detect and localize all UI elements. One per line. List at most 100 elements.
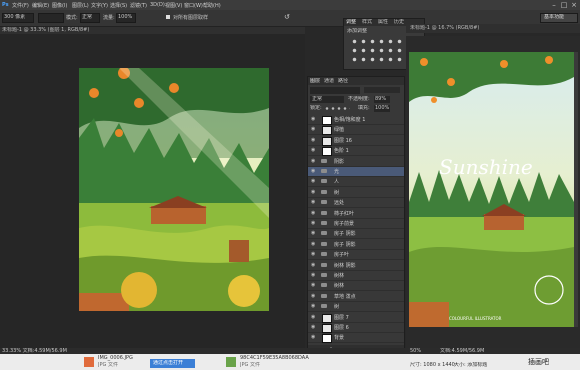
lock-label: 锁定: <box>310 105 322 111</box>
scrollbar[interactable] <box>574 52 578 327</box>
tab-layers[interactable]: 图层 <box>310 78 320 85</box>
eye-icon[interactable]: ◉ <box>311 241 316 246</box>
checkbox-icon[interactable] <box>166 15 170 19</box>
layer-row[interactable]: ◉ 草地 泼点 <box>308 292 404 302</box>
opacity-field[interactable]: 89% <box>374 96 390 103</box>
fill-field[interactable]: 100% <box>374 105 390 112</box>
file-name-2[interactable]: 98C4C1F59E35A8B068DAA <box>240 355 310 362</box>
layer-row[interactable]: ◉ 柿子红叶 <box>308 209 404 219</box>
layer-name: 图层 16 <box>334 137 352 144</box>
menu-layer[interactable]: 图层(L) <box>72 2 89 9</box>
layer-row[interactable]: ◉ 背景 <box>308 333 404 344</box>
brush-size-field[interactable]: 300 像素 <box>2 13 34 23</box>
eye-icon[interactable]: ◉ <box>311 252 316 257</box>
layer-name: 阴影 <box>334 158 345 165</box>
right-document-tab[interactable]: 未标题-1 @ 16.7% (RGB/8#) <box>410 25 570 32</box>
blend-mode-select[interactable]: 正常 <box>310 96 344 103</box>
tab-paths[interactable]: 路径 <box>338 78 348 85</box>
fill-label: 填充: <box>358 105 370 111</box>
layer-thumbnail <box>322 334 332 344</box>
eye-icon[interactable]: ◉ <box>311 127 316 132</box>
layer-row[interactable]: ◉ 远处 <box>308 198 404 209</box>
layer-thumbnail <box>322 313 332 323</box>
filter-icon[interactable] <box>364 87 400 93</box>
layer-row[interactable]: ◉ 房子叶 <box>308 250 404 261</box>
eye-icon[interactable]: ◉ <box>311 189 316 194</box>
layer-name: 背景 <box>334 335 345 342</box>
flow-select[interactable]: 100% <box>116 13 136 23</box>
workspace-button[interactable]: 基本功能 <box>540 13 578 23</box>
menu-type[interactable]: 文字(Y) <box>91 2 108 9</box>
tab-channels[interactable]: 通道 <box>324 78 334 85</box>
eye-icon[interactable]: ◉ <box>311 179 316 184</box>
layer-thumbnail <box>322 136 332 146</box>
eye-icon[interactable]: ◉ <box>311 304 316 309</box>
menu-select[interactable]: 选择(S) <box>110 2 127 9</box>
tab-history[interactable]: 历史 <box>394 19 404 26</box>
layer-row[interactable]: ◉ 图层 16 <box>308 136 404 146</box>
menu-edit[interactable]: 编辑(E) <box>32 2 49 9</box>
eye-icon[interactable]: ◉ <box>311 314 316 319</box>
layer-row[interactable]: ◉ 图层 6 <box>308 323 404 333</box>
brush-preset-field[interactable] <box>38 13 64 23</box>
menu-image[interactable]: 图像(I) <box>52 2 67 9</box>
layer-row[interactable]: ◉ 阴影 <box>308 157 404 167</box>
tab-adjustments[interactable]: 调整 <box>346 19 356 26</box>
layer-row[interactable]: ◉ 色相/饱和度 1 <box>308 115 404 125</box>
reset-icon[interactable]: ↺ <box>284 13 290 21</box>
layer-row[interactable]: ◉ 人 <box>308 177 404 188</box>
layer-row[interactable]: ◉ 树林 阴影 <box>308 261 404 271</box>
layer-name: 房子叶 <box>334 252 350 259</box>
eye-icon[interactable]: ◉ <box>311 262 316 267</box>
tab-properties[interactable]: 属性 <box>378 19 388 26</box>
artwork-preview[interactable]: Sunshine COLOURFUL ILLUSTRATOR <box>409 52 574 327</box>
menu-help[interactable]: 帮助(H) <box>203 2 221 9</box>
eye-icon[interactable]: ◉ <box>311 137 316 142</box>
layer-row[interactable]: ◉ 树林 <box>308 281 404 292</box>
eye-icon[interactable]: ◉ <box>311 117 316 122</box>
artwork-canvas[interactable] <box>79 68 269 311</box>
mode-select[interactable]: 正常 <box>80 13 100 23</box>
layer-row[interactable]: ◉ 绿植 <box>308 125 404 136</box>
layer-row[interactable]: ◉ 色阶 1 <box>308 146 404 157</box>
file-thumb-1[interactable] <box>84 357 94 367</box>
eye-icon[interactable]: ◉ <box>311 273 316 278</box>
layer-row[interactable]: ◉ 树林 <box>308 271 404 281</box>
layer-row[interactable]: ◉ 光 <box>308 167 404 177</box>
folder-icon <box>321 293 327 298</box>
tab-styles[interactable]: 样式 <box>362 19 372 26</box>
layer-row[interactable]: ◉ 房子前景 <box>308 219 404 229</box>
eye-icon[interactable]: ◉ <box>311 158 316 163</box>
flow-value: 100% <box>118 14 133 20</box>
layer-row[interactable]: ◉ 树 <box>308 188 404 198</box>
layer-row[interactable]: ◉ 图层 7 <box>308 313 404 323</box>
eye-icon[interactable]: ◉ <box>311 283 316 288</box>
menu-window[interactable]: 窗口(W) <box>184 2 203 9</box>
close-icon[interactable]: × <box>570 1 578 9</box>
menu-filter[interactable]: 滤镜(T) <box>130 2 147 9</box>
maximize-icon[interactable]: □ <box>560 1 568 9</box>
eye-icon[interactable]: ◉ <box>311 200 316 205</box>
document-tab[interactable]: 未标题-1 @ 33.3% (图层 1, RGB/8#) <box>2 27 122 34</box>
eye-icon[interactable]: ◉ <box>311 221 316 226</box>
eye-icon[interactable]: ◉ <box>311 293 316 298</box>
minimize-icon[interactable]: – <box>550 1 558 9</box>
lock-icons[interactable] <box>324 106 350 111</box>
layer-row[interactable]: ◉ 树 <box>308 302 404 313</box>
layer-row[interactable]: ◉ 房子 阴影 <box>308 229 404 240</box>
layer-name: 图层 7 <box>334 314 349 321</box>
eye-icon[interactable]: ◉ <box>311 210 316 215</box>
menu-file[interactable]: 文件(F) <box>12 2 29 9</box>
eye-icon[interactable]: ◉ <box>311 335 316 340</box>
layer-name: 柿子红叶 <box>334 210 355 217</box>
eye-icon[interactable]: ◉ <box>311 231 316 236</box>
layer-row[interactable]: ◉ 房子 阴影 <box>308 240 404 250</box>
eye-icon[interactable]: ◉ <box>311 169 316 174</box>
menu-view[interactable]: 视图(V) <box>165 2 182 9</box>
menu-3d[interactable]: 3D(D) <box>150 2 165 8</box>
file-name-1[interactable]: IMG_0006.JPG <box>98 355 133 362</box>
file-thumb-2[interactable] <box>226 357 236 367</box>
eye-icon[interactable]: ◉ <box>311 325 316 330</box>
eye-icon[interactable]: ◉ <box>311 148 316 153</box>
mode-label: 模式: <box>66 15 78 21</box>
